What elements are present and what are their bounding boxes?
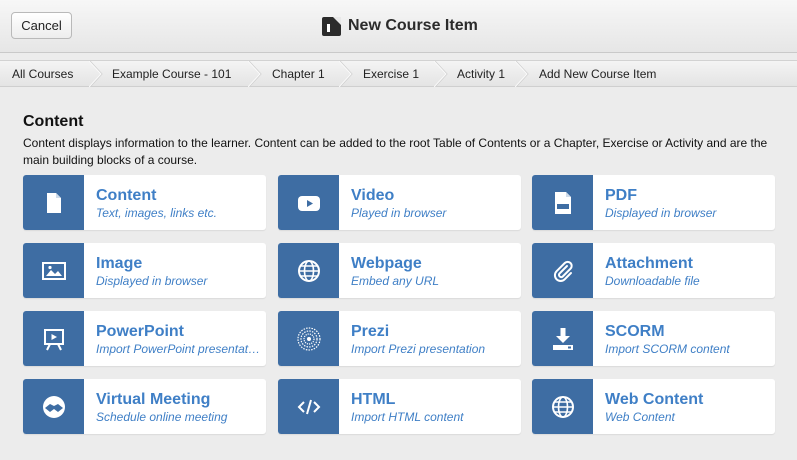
page-title: New Course Item	[348, 17, 478, 34]
code-icon	[297, 399, 320, 414]
breadcrumb-item-course[interactable]: Example Course - 101	[112, 61, 231, 87]
item-subtitle: Web Content	[605, 410, 675, 424]
item-subtitle: Import SCORM content	[605, 342, 730, 356]
item-name: Attachment	[605, 255, 694, 272]
item-name: Video	[351, 187, 395, 204]
item-name: PDF	[605, 187, 637, 204]
breadcrumb-separator-icon	[89, 61, 103, 87]
document-icon	[46, 192, 61, 213]
item-subtitle: Played in browser	[351, 206, 447, 220]
presentation-icon	[43, 328, 64, 350]
item-name: SCORM	[605, 323, 665, 340]
item-name: Content	[96, 187, 157, 204]
item-card-content[interactable]: Content Text, images, links etc.	[23, 175, 266, 230]
pdf-icon	[554, 191, 571, 214]
item-card-pdf[interactable]: PDF Displayed in browser	[532, 175, 775, 230]
item-card-web-content[interactable]: Web Content Web Content	[532, 379, 775, 434]
new-item-icon	[322, 16, 341, 36]
globe-icon	[297, 259, 320, 282]
item-name: HTML	[351, 391, 396, 408]
item-card-video[interactable]: Video Played in browser	[278, 175, 521, 230]
section-description: Content displays information to the lear…	[23, 136, 768, 167]
cancel-button[interactable]: Cancel	[11, 12, 72, 39]
breadcrumb-item-exercise[interactable]: Exercise 1	[363, 61, 419, 87]
item-name: Prezi	[351, 323, 390, 340]
page-title-group: New Course Item	[322, 15, 478, 37]
item-card-scorm[interactable]: SCORM Import SCORM content	[532, 311, 775, 366]
content-section: Content Content displays information to …	[0, 95, 797, 460]
download-icon	[552, 327, 573, 350]
item-subtitle: Displayed in browser	[96, 274, 208, 288]
item-card-prezi[interactable]: Prezi Import Prezi presentation	[278, 311, 521, 366]
item-subtitle: Import PowerPoint presentation	[96, 342, 261, 356]
handshake-icon	[42, 395, 65, 418]
breadcrumb-separator-icon	[248, 61, 262, 87]
item-subtitle: Text, images, links etc.	[96, 206, 217, 220]
item-card-attachment[interactable]: Attachment Downloadable file	[532, 243, 775, 298]
item-name: Image	[96, 255, 143, 272]
breadcrumb-item-current: Add New Course Item	[539, 67, 657, 81]
item-card-image[interactable]: Image Displayed in browser	[23, 243, 266, 298]
item-card-webpage[interactable]: Webpage Embed any URL	[278, 243, 521, 298]
breadcrumb-separator-icon	[339, 61, 353, 87]
item-card-virtual-meeting[interactable]: Virtual Meeting Schedule online meeting	[23, 379, 266, 434]
paperclip-icon	[553, 260, 573, 282]
item-card-powerpoint[interactable]: PowerPoint Import PowerPoint presentatio…	[23, 311, 266, 366]
video-play-icon	[297, 195, 320, 211]
item-name: Webpage	[351, 255, 422, 272]
item-name: PowerPoint	[96, 323, 185, 340]
header-bar: Cancel New Course Item	[0, 0, 797, 53]
breadcrumb: All Courses Example Course - 101 Chapter…	[0, 60, 797, 87]
item-subtitle: Displayed in browser	[605, 206, 717, 220]
item-subtitle: Embed any URL	[351, 274, 440, 288]
breadcrumb-separator-icon	[515, 61, 529, 87]
breadcrumb-separator-icon	[434, 61, 448, 87]
item-subtitle: Import Prezi presentation	[351, 342, 486, 356]
section-title: Content	[23, 113, 84, 130]
item-name: Virtual Meeting	[96, 391, 211, 408]
globe-icon	[551, 395, 574, 418]
breadcrumb-item-chapter[interactable]: Chapter 1	[272, 61, 325, 87]
item-subtitle: Schedule online meeting	[96, 410, 228, 424]
item-card-html[interactable]: HTML Import HTML content	[278, 379, 521, 434]
item-subtitle: Import HTML content	[351, 410, 464, 424]
breadcrumb-item-all-courses[interactable]: All Courses	[12, 61, 73, 87]
item-subtitle: Downloadable file	[605, 274, 700, 288]
image-icon	[41, 261, 66, 280]
prezi-icon	[296, 326, 321, 351]
item-name: Web Content	[605, 391, 704, 408]
breadcrumb-item-activity[interactable]: Activity 1	[457, 61, 505, 87]
